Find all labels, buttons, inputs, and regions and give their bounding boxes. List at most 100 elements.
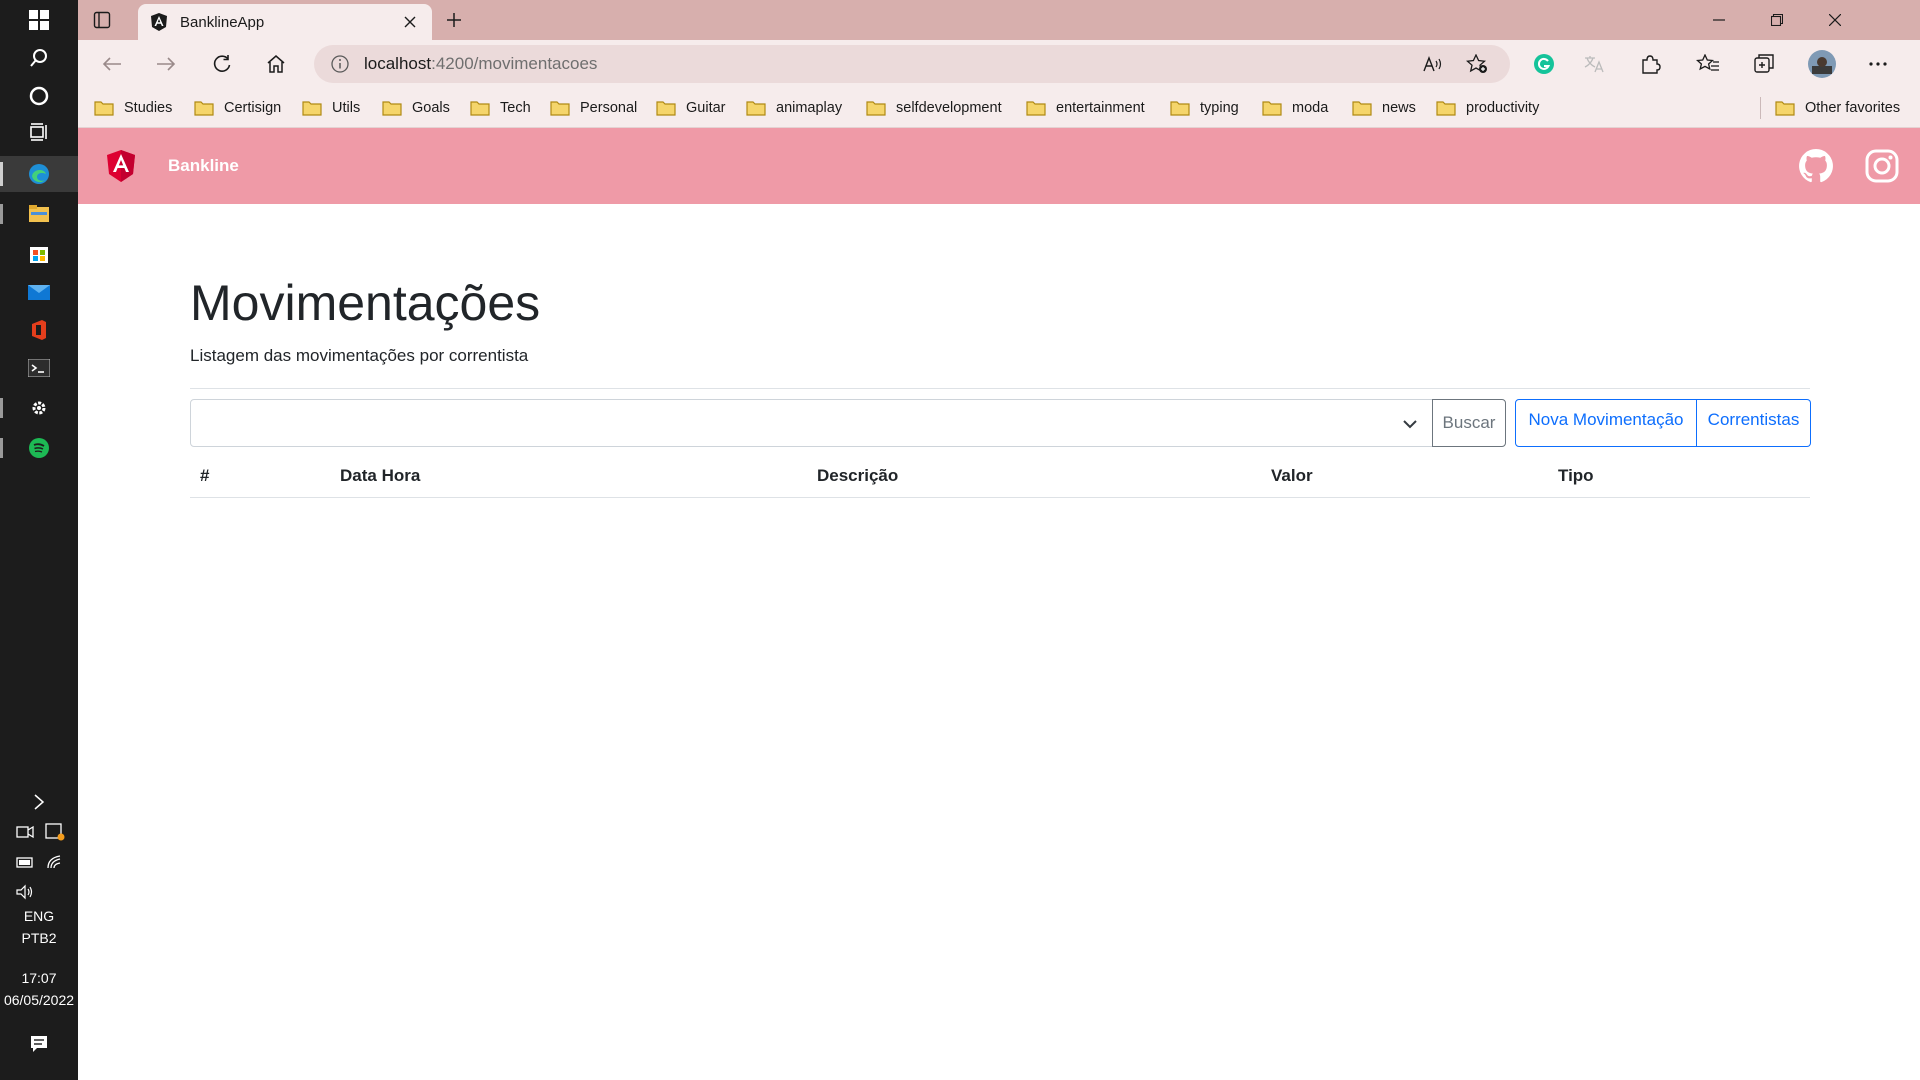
column-header-tipo: Tipo bbox=[1558, 466, 1594, 485]
correntista-select[interactable] bbox=[190, 399, 1433, 447]
url-host: localhost bbox=[364, 54, 432, 73]
favorite-folder[interactable]: entertainment bbox=[1026, 97, 1145, 119]
tray-time[interactable]: 17:07 bbox=[0, 970, 78, 986]
grammarly-icon[interactable] bbox=[1528, 49, 1560, 79]
page-title: Movimentações bbox=[190, 275, 541, 331]
correntistas-button[interactable]: Correntistas bbox=[1697, 399, 1811, 447]
search-icon[interactable] bbox=[0, 40, 78, 76]
nova-movimentacao-button[interactable]: Nova Movimentação bbox=[1515, 399, 1697, 447]
spotify-icon[interactable] bbox=[0, 430, 78, 466]
favorite-folder[interactable]: Personal bbox=[550, 97, 637, 119]
restore-icon[interactable] bbox=[1748, 0, 1806, 40]
tray-language[interactable]: ENG bbox=[0, 908, 78, 924]
favorite-folder[interactable]: Studies bbox=[94, 97, 172, 119]
favorite-label: Utils bbox=[332, 100, 361, 116]
title-bar: BanklineApp bbox=[78, 0, 1920, 40]
more-menu-icon[interactable] bbox=[1862, 49, 1894, 79]
site-info-icon[interactable] bbox=[330, 54, 350, 74]
favorite-folder[interactable]: productivity bbox=[1436, 97, 1539, 119]
favorite-folder[interactable]: animaplay bbox=[746, 97, 842, 119]
favorite-label: Studies bbox=[124, 100, 173, 116]
folder-icon bbox=[1170, 101, 1190, 116]
folder-icon bbox=[302, 101, 322, 116]
add-favorite-icon[interactable] bbox=[1460, 49, 1494, 79]
favorite-folder[interactable]: moda bbox=[1262, 97, 1328, 119]
favorite-folder[interactable]: typing bbox=[1170, 97, 1239, 119]
column-header-valor: Valor bbox=[1271, 466, 1313, 485]
favorite-folder[interactable]: Utils bbox=[302, 97, 360, 119]
volume-icon[interactable] bbox=[0, 874, 64, 910]
favorite-folder[interactable]: news bbox=[1352, 97, 1416, 119]
mail-icon[interactable] bbox=[0, 274, 78, 310]
favorite-label: Guitar bbox=[686, 100, 726, 116]
favorites-bar: Studies Certisign Utils Goals Tech Perso… bbox=[78, 88, 1920, 128]
collections-icon[interactable] bbox=[1748, 49, 1780, 79]
tab-title: BanklineApp bbox=[180, 13, 265, 31]
folder-icon bbox=[1262, 101, 1282, 116]
buscar-button[interactable]: Buscar bbox=[1432, 399, 1506, 447]
windows-start-icon[interactable] bbox=[0, 2, 78, 38]
favorite-label: Goals bbox=[412, 100, 450, 116]
favorite-label: Tech bbox=[500, 100, 531, 116]
favorite-label: typing bbox=[1200, 100, 1239, 116]
favorite-folder[interactable]: Tech bbox=[470, 97, 531, 119]
favorite-label: productivity bbox=[1466, 100, 1540, 116]
favorite-label: Certisign bbox=[224, 100, 282, 116]
favorite-folder[interactable]: Guitar bbox=[656, 97, 726, 119]
store-icon[interactable] bbox=[0, 236, 78, 272]
refresh-icon[interactable] bbox=[206, 48, 238, 80]
favorite-folder[interactable]: Goals bbox=[382, 97, 450, 119]
close-window-icon[interactable] bbox=[1806, 0, 1864, 40]
other-favorites-label: Other favorites bbox=[1805, 100, 1901, 116]
browser-tab[interactable]: BanklineApp bbox=[138, 4, 432, 40]
terminal-icon[interactable] bbox=[0, 350, 78, 386]
home-icon[interactable] bbox=[260, 48, 292, 80]
address-bar[interactable]: localhost:4200/movimentacoes bbox=[314, 45, 1510, 83]
instagram-icon[interactable] bbox=[1864, 148, 1900, 184]
table-header-row: # Data Hora Descrição Valor Tipo bbox=[190, 456, 1810, 498]
folder-icon bbox=[1436, 101, 1456, 116]
close-tab-icon[interactable] bbox=[400, 12, 420, 32]
angular-favicon-icon bbox=[151, 13, 167, 31]
column-header-id: # bbox=[200, 466, 210, 485]
favorite-label: news bbox=[1382, 100, 1416, 116]
favorite-label: selfdevelopment bbox=[896, 100, 1002, 116]
windows-taskbar: ENG PTB2 17:07 06/05/2022 bbox=[0, 0, 78, 1080]
folder-icon bbox=[1775, 101, 1795, 116]
angular-logo-icon[interactable] bbox=[106, 150, 136, 182]
new-tab-icon[interactable] bbox=[440, 8, 468, 32]
favorite-folder[interactable]: selfdevelopment bbox=[866, 97, 1002, 119]
folder-icon bbox=[656, 101, 676, 116]
read-aloud-icon[interactable] bbox=[1416, 49, 1450, 79]
action-center-icon[interactable] bbox=[0, 1026, 78, 1062]
folder-icon bbox=[94, 101, 114, 116]
other-favorites[interactable]: Other favorites bbox=[1760, 97, 1900, 119]
back-icon[interactable] bbox=[96, 48, 128, 80]
favorite-folder[interactable]: Certisign bbox=[194, 97, 281, 119]
tab-actions-icon[interactable] bbox=[88, 8, 116, 32]
folder-icon bbox=[470, 101, 490, 116]
favorite-label: animaplay bbox=[776, 100, 843, 116]
tray-date[interactable]: 06/05/2022 bbox=[0, 992, 78, 1008]
extensions-icon[interactable] bbox=[1634, 49, 1666, 79]
url-text[interactable]: localhost:4200/movimentacoes bbox=[364, 54, 1416, 74]
minimize-icon[interactable] bbox=[1690, 0, 1748, 40]
folder-icon bbox=[746, 101, 766, 116]
forward-icon[interactable] bbox=[150, 48, 182, 80]
profile-avatar[interactable] bbox=[1806, 49, 1838, 79]
favorites-icon[interactable] bbox=[1692, 49, 1724, 79]
settings-icon[interactable] bbox=[0, 390, 78, 426]
github-icon[interactable] bbox=[1798, 148, 1834, 184]
brand-name[interactable]: Bankline bbox=[168, 156, 239, 176]
folder-icon bbox=[550, 101, 570, 116]
cortana-icon[interactable] bbox=[0, 78, 78, 114]
folder-icon bbox=[194, 101, 214, 116]
edge-icon[interactable] bbox=[0, 156, 78, 192]
favorite-label: Personal bbox=[580, 100, 638, 116]
office-icon[interactable] bbox=[0, 312, 78, 348]
task-view-icon[interactable] bbox=[0, 114, 78, 150]
tray-keyboard-layout[interactable]: PTB2 bbox=[0, 930, 78, 946]
translate-icon[interactable] bbox=[1578, 49, 1610, 79]
folder-icon bbox=[1026, 101, 1046, 116]
file-explorer-icon[interactable] bbox=[0, 196, 78, 232]
